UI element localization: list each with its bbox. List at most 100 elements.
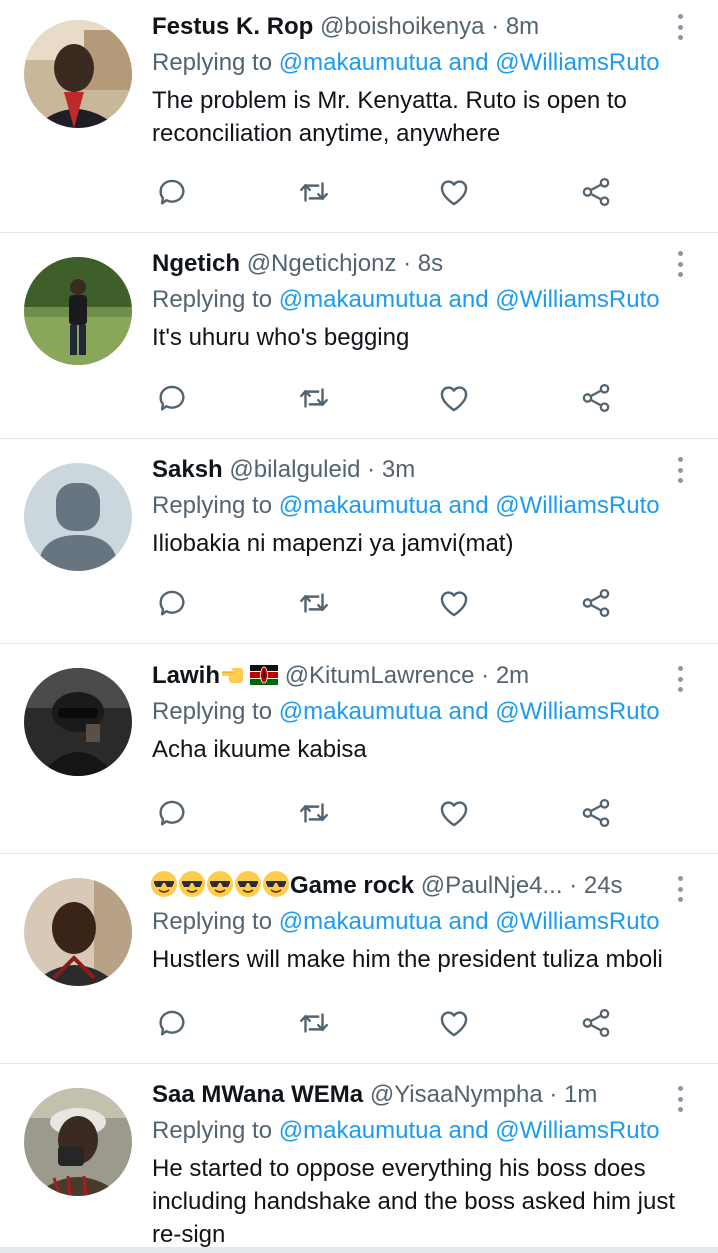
retweet-icon[interactable]: [294, 172, 334, 212]
user-handle[interactable]: @Ngetichjonz: [247, 250, 397, 277]
tweet[interactable]: Game rock @PaulNje4... · 24s Replying to…: [0, 854, 718, 1064]
retweet-icon[interactable]: [294, 1003, 334, 1043]
more-vertical-icon[interactable]: [670, 12, 690, 42]
user-handle[interactable]: @boishoikenya: [320, 13, 484, 40]
reply-feed: Festus K. Rop @boishoikenya · 8m Replyin…: [0, 0, 718, 1253]
replying-to-label: Replying to: [152, 286, 273, 313]
tweet-actions: [152, 583, 622, 623]
replying-to-users-link[interactable]: @makaumutua and @WilliamsRuto: [279, 698, 660, 725]
sunglasses-emoji-icon: [234, 871, 262, 899]
tweet-text: Acha ikuume kabisa: [152, 736, 367, 763]
display-name[interactable]: Saa MWana WEMa: [152, 1081, 363, 1108]
avatar[interactable]: [24, 1088, 132, 1196]
heart-icon[interactable]: [434, 1003, 474, 1043]
timestamp[interactable]: 8s: [418, 250, 443, 277]
replying-to-users-link[interactable]: @makaumutua and @WilliamsRuto: [279, 908, 660, 935]
tweet-actions: [152, 378, 622, 418]
replying-to-users-link[interactable]: @makaumutua and @WilliamsRuto: [279, 1117, 660, 1144]
display-name[interactable]: Game rock: [290, 872, 414, 899]
tweet-header: Lawih @KitumLawrence · 2m: [152, 660, 698, 691]
heart-icon[interactable]: [434, 793, 474, 833]
tweet-actions: [152, 172, 622, 212]
replying-to-label: Replying to: [152, 1117, 273, 1144]
heart-icon[interactable]: [434, 378, 474, 418]
tweet[interactable]: Lawih @KitumLawrence · 2m Replying to @m…: [0, 644, 718, 854]
replying-to: Replying to @makaumutua and @WilliamsRut…: [152, 491, 698, 521]
replying-to-label: Replying to: [152, 908, 273, 935]
more-vertical-icon[interactable]: [670, 874, 690, 904]
timestamp[interactable]: 8m: [506, 13, 539, 40]
timestamp[interactable]: 3m: [382, 456, 415, 483]
separator-dot: ·: [569, 872, 578, 899]
user-handle[interactable]: @YisaaNympha: [370, 1081, 543, 1108]
more-vertical-icon[interactable]: [670, 249, 690, 279]
tweet-text: Iliobakia ni mapenzi ya jamvi(mat): [152, 530, 514, 557]
sunglasses-emoji-icon: [262, 871, 290, 899]
replying-to-users-link[interactable]: @makaumutua and @WilliamsRuto: [279, 286, 660, 313]
tweet-header: Ngetich @Ngetichjonz · 8s: [152, 249, 698, 279]
display-name[interactable]: Saksh: [152, 456, 223, 483]
heart-icon[interactable]: [434, 583, 474, 623]
reply-icon[interactable]: [152, 1003, 192, 1043]
pointing-left-emoji-icon: [220, 662, 248, 689]
display-name[interactable]: Lawih: [152, 662, 220, 689]
separator-dot: ·: [481, 662, 490, 689]
more-vertical-icon[interactable]: [670, 455, 690, 485]
user-handle[interactable]: @KitumLawrence: [285, 662, 475, 689]
heart-icon[interactable]: [434, 172, 474, 212]
tweet[interactable]: Ngetich @Ngetichjonz · 8s Replying to @m…: [0, 233, 718, 439]
replying-to-users-link[interactable]: @makaumutua and @WilliamsRuto: [279, 492, 660, 519]
timestamp[interactable]: 2m: [496, 662, 529, 689]
tweet-text: It's uhuru who's begging: [152, 324, 410, 351]
avatar[interactable]: [24, 668, 132, 776]
retweet-icon[interactable]: [294, 378, 334, 418]
tweet-text: He started to oppose everything his boss…: [152, 1155, 676, 1248]
retweet-icon[interactable]: [294, 793, 334, 833]
share-icon[interactable]: [576, 378, 616, 418]
separator-dot: ·: [549, 1081, 558, 1108]
reply-icon[interactable]: [152, 583, 192, 623]
share-icon[interactable]: [576, 172, 616, 212]
tweet[interactable]: Saksh @bilalguleid · 3m Replying to @mak…: [0, 439, 718, 644]
separator-dot: ·: [491, 13, 500, 40]
replying-to-label: Replying to: [152, 492, 273, 519]
share-icon[interactable]: [576, 1003, 616, 1043]
replying-to: Replying to @makaumutua and @WilliamsRut…: [152, 907, 698, 937]
tweet[interactable]: Saa MWana WEMa @YisaaNympha · 1m Replyin…: [0, 1064, 718, 1253]
sunglasses-emoji-icon: [178, 871, 206, 899]
separator-dot: ·: [367, 456, 376, 483]
display-name[interactable]: Ngetich: [152, 250, 240, 277]
reply-icon[interactable]: [152, 378, 192, 418]
tweet-header: Festus K. Rop @boishoikenya · 8m: [152, 12, 698, 42]
replying-to-users-link[interactable]: @makaumutua and @WilliamsRuto: [279, 49, 660, 76]
share-icon[interactable]: [576, 793, 616, 833]
retweet-icon[interactable]: [294, 583, 334, 623]
tweet-text: The problem is Mr. Kenyatta. Ruto is ope…: [152, 87, 627, 147]
separator-dot: ·: [403, 250, 412, 277]
timestamp[interactable]: 1m: [564, 1081, 597, 1108]
replying-to: Replying to @makaumutua and @WilliamsRut…: [152, 697, 698, 727]
avatar[interactable]: [24, 463, 132, 571]
avatar[interactable]: [24, 257, 132, 365]
reply-icon[interactable]: [152, 172, 192, 212]
avatar[interactable]: [24, 878, 132, 986]
tweet-actions: [152, 793, 622, 833]
tweet-header: Saksh @bilalguleid · 3m: [152, 455, 698, 485]
more-vertical-icon[interactable]: [670, 664, 690, 694]
replying-to-label: Replying to: [152, 698, 273, 725]
kenya-flag-icon: [248, 662, 279, 689]
share-icon[interactable]: [576, 583, 616, 623]
bottom-divider: [0, 1247, 718, 1253]
more-vertical-icon[interactable]: [670, 1084, 690, 1114]
tweet[interactable]: Festus K. Rop @boishoikenya · 8m Replyin…: [0, 0, 718, 233]
tweet-header: Game rock @PaulNje4... · 24s: [150, 870, 698, 901]
user-handle[interactable]: @PaulNje4...: [421, 872, 563, 899]
avatar[interactable]: [24, 20, 132, 128]
reply-icon[interactable]: [152, 793, 192, 833]
timestamp[interactable]: 24s: [584, 872, 623, 899]
user-handle[interactable]: @bilalguleid: [229, 456, 360, 483]
tweet-actions: [152, 1003, 622, 1043]
display-name[interactable]: Festus K. Rop: [152, 13, 313, 40]
replying-to: Replying to @makaumutua and @WilliamsRut…: [152, 285, 698, 315]
replying-to: Replying to @makaumutua and @WilliamsRut…: [152, 1116, 698, 1146]
